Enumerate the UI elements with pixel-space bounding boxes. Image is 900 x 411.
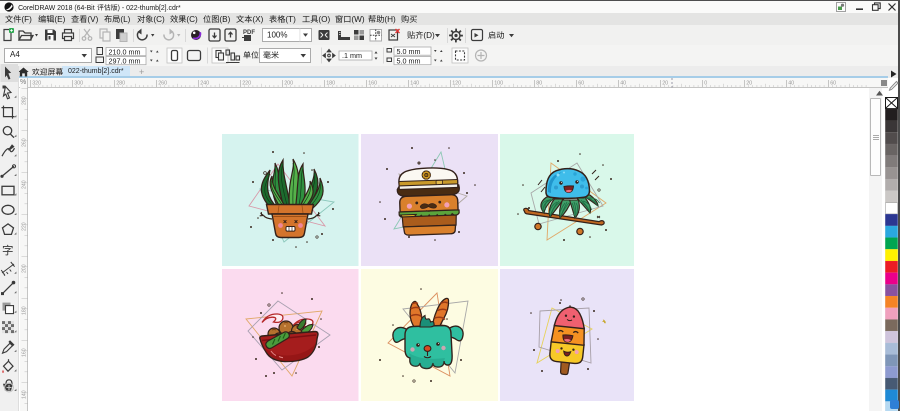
- svg-text:40: 40: [620, 80, 626, 86]
- svg-text:) - 022-thumb[2].cdr*: ) - 022-thumb[2].cdr*: [118, 4, 181, 11]
- svg-text:CorelDRAW 2018 (64-Bit: CorelDRAW 2018 (64-Bit: [18, 4, 95, 11]
- svg-text:200: 200: [21, 264, 27, 273]
- svg-text:280: 280: [116, 80, 125, 86]
- svg-text:240: 240: [200, 80, 209, 86]
- svg-text:160: 160: [21, 348, 27, 357]
- svg-text:240: 240: [21, 180, 27, 189]
- svg-text:260: 260: [158, 80, 167, 86]
- svg-text:260: 260: [21, 138, 27, 147]
- svg-text:80: 80: [536, 80, 542, 86]
- svg-text:140: 140: [410, 80, 419, 86]
- svg-text:(C): (C): [186, 15, 198, 24]
- svg-text:280: 280: [21, 96, 27, 105]
- svg-text:100%: 100%: [267, 31, 287, 40]
- svg-text:(T): (T): [285, 15, 296, 24]
- svg-text:220: 220: [242, 80, 251, 86]
- svg-text:297.0 mm: 297.0 mm: [109, 56, 141, 65]
- svg-text:40: 40: [788, 80, 794, 86]
- svg-text:60: 60: [830, 80, 836, 86]
- svg-text:100: 100: [494, 80, 503, 86]
- svg-text:120: 120: [452, 80, 461, 86]
- svg-text:(W): (W): [351, 15, 364, 24]
- svg-text:200: 200: [284, 80, 293, 86]
- svg-text:.1 mm: .1 mm: [342, 51, 362, 60]
- svg-text:5.0 mm: 5.0 mm: [397, 47, 421, 56]
- svg-text:(O): (O): [318, 15, 330, 24]
- svg-text:(V): (V): [87, 15, 98, 24]
- svg-text:(E): (E): [54, 15, 65, 24]
- svg-text:5.0 mm: 5.0 mm: [397, 56, 421, 65]
- svg-text:(F): (F): [21, 15, 32, 24]
- svg-text:180: 180: [326, 80, 335, 86]
- svg-text:(X): (X): [252, 15, 263, 24]
- svg-text:(C): (C): [153, 15, 165, 24]
- svg-text:140: 140: [21, 390, 27, 399]
- svg-text:210.0 mm: 210.0 mm: [109, 47, 141, 56]
- svg-text:(H): (H): [384, 15, 396, 24]
- svg-text:60: 60: [578, 80, 584, 86]
- svg-text:160: 160: [368, 80, 377, 86]
- svg-text:180: 180: [21, 306, 27, 315]
- svg-text:220: 220: [21, 222, 27, 231]
- svg-text:0: 0: [704, 80, 707, 86]
- svg-text:320: 320: [32, 80, 41, 86]
- svg-text:(L): (L): [120, 15, 130, 24]
- svg-text:(B): (B): [219, 15, 230, 24]
- svg-text:20: 20: [746, 80, 752, 86]
- svg-text:300: 300: [74, 80, 83, 86]
- svg-text:20: 20: [662, 80, 668, 86]
